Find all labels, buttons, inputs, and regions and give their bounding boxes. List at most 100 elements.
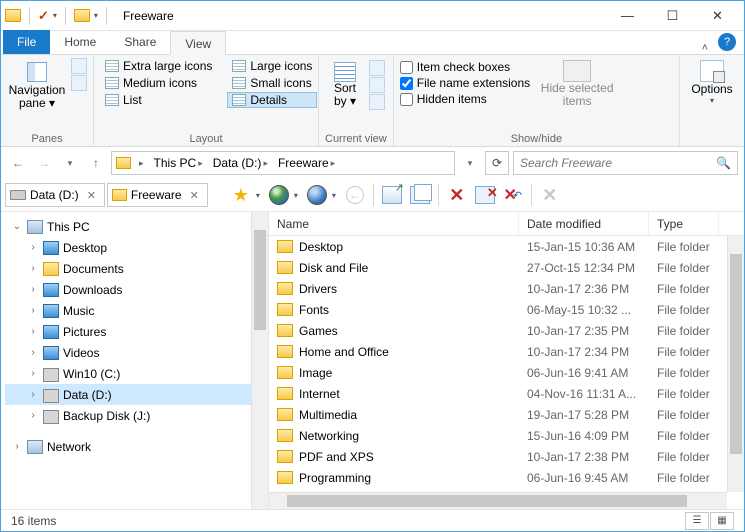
preview-pane-button[interactable] (71, 58, 87, 74)
column-type[interactable]: Type (649, 212, 719, 235)
file-row[interactable]: Multimedia19-Jan-17 5:28 PMFile folder (269, 404, 744, 425)
close-button[interactable]: ✕ (695, 2, 740, 30)
forward-button[interactable]: → (33, 152, 55, 174)
chevron-icon[interactable]: › (27, 389, 39, 400)
qat-dropdown-icon[interactable]: ▾ (53, 11, 57, 20)
location-tab[interactable]: Freeware✕ (107, 183, 208, 207)
layout-option-medium-icons[interactable]: Medium icons (100, 75, 217, 91)
favorites-dropdown-icon[interactable]: ▾ (256, 191, 264, 200)
column-date[interactable]: Date modified (519, 212, 649, 235)
web1-dropdown-icon[interactable]: ▾ (294, 191, 302, 200)
list-scrollbar-x[interactable] (269, 492, 727, 509)
chevron-icon[interactable]: › (27, 284, 39, 295)
tree-node[interactable]: ›Desktop (5, 237, 268, 258)
tree-node[interactable]: ›Data (D:) (5, 384, 268, 405)
file-row[interactable]: Games10-Jan-17 2:35 PMFile folder (269, 320, 744, 341)
breadcrumb-dropdown-icon[interactable]: ▾ (459, 152, 481, 174)
chevron-icon[interactable]: › (27, 305, 39, 316)
search-input[interactable] (520, 156, 716, 170)
file-row[interactable]: Desktop15-Jan-15 10:36 AMFile folder (269, 236, 744, 257)
file-row[interactable]: Image06-Jun-16 9:41 AMFile folder (269, 362, 744, 383)
back-button[interactable]: ← (7, 152, 29, 174)
column-name[interactable]: Name (269, 212, 519, 235)
help-button[interactable]: ? (718, 33, 736, 51)
layout-option-small-icons[interactable]: Small icons (227, 75, 317, 91)
maximize-button[interactable]: ☐ (650, 2, 695, 30)
tab-file[interactable]: File (3, 30, 50, 54)
breadcrumb-root-icon[interactable] (116, 157, 131, 169)
file-list[interactable]: Name Date modified Type Desktop15-Jan-15… (269, 212, 744, 509)
file-row[interactable]: Home and Office10-Jan-17 2:34 PMFile fol… (269, 341, 744, 362)
tree-node[interactable]: ›Downloads (5, 279, 268, 300)
location-tab[interactable]: Data (D:)✕ (5, 183, 105, 207)
details-pane-button[interactable] (71, 75, 87, 91)
navigation-pane-button[interactable]: Navigation pane ▾ (7, 58, 67, 110)
file-row[interactable]: Disk and File27-Oct-15 12:34 PMFile fold… (269, 257, 744, 278)
breadcrumb-bar[interactable]: ▸This PC▸Data (D:)▸Freeware▸ (111, 151, 455, 175)
add-columns-button[interactable] (369, 60, 385, 76)
navigation-tree[interactable]: ⌄This PC›Desktop›Documents›Downloads›Mus… (1, 212, 269, 509)
tree-node[interactable]: ›Videos (5, 342, 268, 363)
file-row[interactable]: Internet04-Nov-16 11:31 A...File folder (269, 383, 744, 404)
breadcrumb-item[interactable]: This PC▸ (150, 156, 207, 170)
details-view-button[interactable]: ☰ (685, 512, 709, 530)
up-button[interactable]: ↑ (85, 152, 107, 174)
sort-by-button[interactable]: Sort by ▾ (325, 58, 365, 108)
delete-button-1[interactable]: ✕ (444, 182, 470, 208)
chevron-icon[interactable]: › (27, 242, 39, 253)
web-button-1[interactable] (266, 182, 292, 208)
refresh-button[interactable]: ⟳ (485, 151, 509, 175)
recent-locations-button[interactable]: ▾ (59, 152, 81, 174)
close-tab-icon[interactable]: ✕ (87, 189, 96, 202)
hidden-items-toggle[interactable]: Hidden items (400, 92, 530, 106)
breadcrumb-item[interactable]: Data (D:)▸ (209, 156, 272, 170)
group-by-button[interactable] (369, 77, 385, 93)
web-button-2[interactable] (304, 182, 330, 208)
item-checkboxes-toggle[interactable]: Item check boxes (400, 60, 530, 74)
open-button[interactable]: ↗ (379, 182, 405, 208)
tab-home[interactable]: Home (50, 30, 110, 54)
tab-share[interactable]: Share (110, 30, 170, 54)
thumbnails-view-button[interactable]: ▦ (710, 512, 734, 530)
tree-node[interactable]: ›Win10 (C:) (5, 363, 268, 384)
file-row[interactable]: Fonts06-May-15 10:32 ...File folder (269, 299, 744, 320)
layout-option-extra-large-icons[interactable]: Extra large icons (100, 58, 217, 74)
chevron-icon[interactable]: › (27, 410, 39, 421)
tree-node[interactable]: ›Music (5, 300, 268, 321)
layout-option-details[interactable]: Details (227, 92, 317, 108)
tree-scrollbar[interactable] (251, 212, 268, 509)
chevron-icon[interactable]: › (27, 326, 39, 337)
close-tab-icon[interactable]: ✕ (190, 189, 199, 202)
hide-selected-button[interactable]: Hide selected items (540, 58, 614, 108)
copy-button[interactable] (407, 182, 433, 208)
favorites-button[interactable]: ★ (228, 182, 254, 208)
minimize-button[interactable]: — (605, 2, 650, 30)
qat-properties-icon[interactable]: ✓ (38, 8, 49, 24)
tab-view[interactable]: View (170, 31, 226, 55)
file-row[interactable]: PDF and XPS10-Jan-17 2:38 PMFile folder (269, 446, 744, 467)
layout-option-large-icons[interactable]: Large icons (227, 58, 317, 74)
options-button[interactable]: Options ▾ (686, 58, 738, 105)
file-row[interactable]: Drivers10-Jan-17 2:36 PMFile folder (269, 278, 744, 299)
list-scrollbar-y[interactable] (727, 236, 744, 492)
file-row[interactable]: Networking15-Jun-16 4:09 PMFile folder (269, 425, 744, 446)
layout-option-list[interactable]: List (100, 92, 217, 108)
chevron-icon[interactable]: › (27, 347, 39, 358)
search-icon[interactable]: 🔍 (716, 156, 731, 170)
qat-newfolder-icon[interactable] (74, 9, 90, 22)
chevron-icon[interactable]: ⌄ (11, 221, 23, 232)
file-extensions-toggle[interactable]: File name extensions (400, 76, 530, 90)
tree-node[interactable]: ›Pictures (5, 321, 268, 342)
ribbon-collapse-icon[interactable]: ˄ (696, 42, 714, 54)
chevron-icon[interactable]: › (27, 368, 39, 379)
delete-button-2[interactable]: ✕ (472, 182, 498, 208)
web2-dropdown-icon[interactable]: ▾ (332, 191, 340, 200)
tree-node[interactable]: ›Network (5, 436, 268, 457)
search-box[interactable]: 🔍 (513, 151, 738, 175)
breadcrumb-item[interactable]: Freeware▸ (274, 156, 339, 170)
tree-node[interactable]: ›Backup Disk (J:) (5, 405, 268, 426)
undo-delete-button[interactable]: ✕↶ (500, 182, 526, 208)
app-icon[interactable] (5, 9, 21, 22)
tree-node[interactable]: ⌄This PC (5, 216, 268, 237)
qat-customize-icon[interactable]: ▾ (94, 11, 98, 20)
